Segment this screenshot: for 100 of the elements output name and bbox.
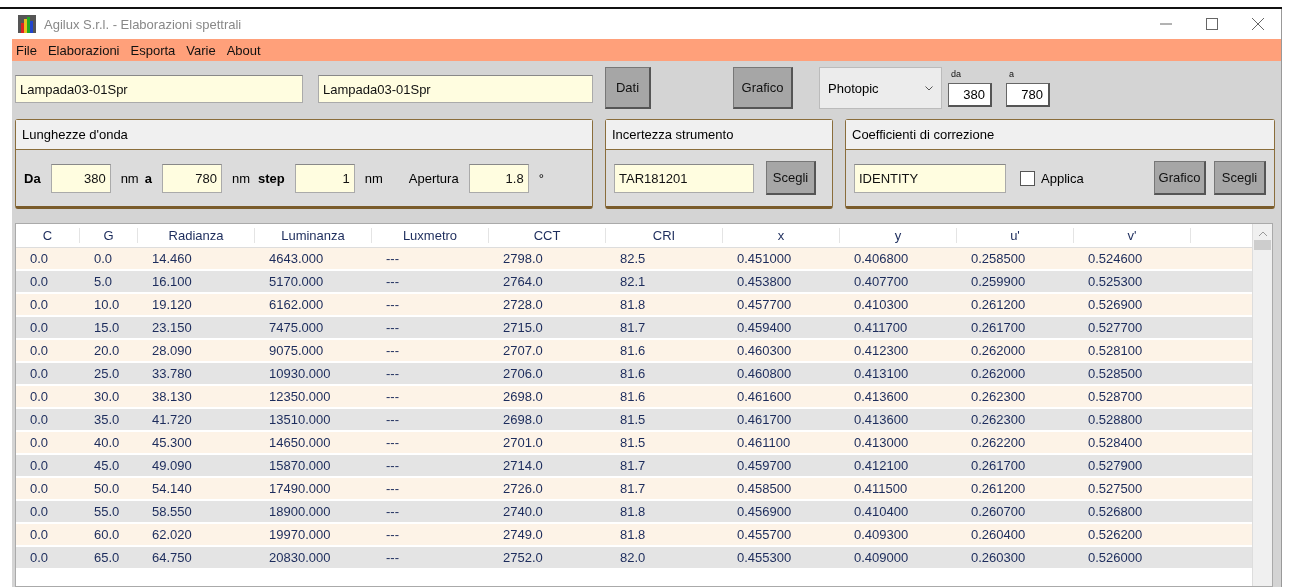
table-cell-text: 16.100 xyxy=(151,274,193,289)
menu-item[interactable]: Esporta xyxy=(130,42,176,58)
range-label: a xyxy=(1008,69,1015,80)
number-field[interactable]: 780 xyxy=(161,163,222,193)
table-cell-text: 82.5 xyxy=(619,251,647,266)
number-field[interactable]: 380 xyxy=(50,163,111,193)
app-logo-icon xyxy=(18,15,36,33)
range-field[interactable]: 380 xyxy=(948,83,992,107)
table-cell-text: 0.453800 xyxy=(736,274,793,289)
scroll-thumb[interactable] xyxy=(1254,240,1271,250)
table-row[interactable]: 0.0 25.0 33.780 10930.000 --- 2706.0 81.6 0.460800 0.413100 0.262000 0.528500 xyxy=(16,363,1252,386)
number-field[interactable]: 1 xyxy=(294,163,355,193)
table-cell-text: 0.0 xyxy=(29,527,50,542)
table-cell-text: 0.457700 xyxy=(736,297,793,312)
table-cell-text: 65.0 xyxy=(93,550,121,565)
checkbox[interactable] xyxy=(1020,170,1035,186)
table-cell-text: 9075.000 xyxy=(268,343,325,358)
table-row[interactable]: 0.0 0.0 14.460 4643.000 --- 2798.0 82.5 0.451000 0.406800 0.258500 0.524600 xyxy=(16,248,1252,271)
table-cell-text: 0.262300 xyxy=(970,412,1027,427)
file-field[interactable]: Lampada03-01Spr xyxy=(15,75,303,103)
table-row[interactable]: 0.0 5.0 16.100 5170.000 --- 2764.0 82.1 0.453800 0.407700 0.259900 0.525300 xyxy=(16,271,1252,294)
table-row[interactable]: 0.0 35.0 41.720 13510.000 --- 2698.0 81.5 0.461700 0.413600 0.262300 0.528800 xyxy=(16,409,1252,432)
table-cell-text: 20830.000 xyxy=(268,550,332,565)
column-header[interactable]: Luminanza xyxy=(255,228,372,243)
file-field[interactable]: Lampada03-01Spr xyxy=(318,75,593,103)
scroll-up-icon[interactable] xyxy=(1257,230,1268,238)
table-cell-text: 0.413100 xyxy=(853,366,910,381)
table-cell-text: 0.525300 xyxy=(1087,274,1144,289)
table-row[interactable]: 0.0 45.0 49.090 15870.000 --- 2714.0 81.7 0.459700 0.412100 0.261700 0.527900 xyxy=(16,455,1252,478)
table-cell-text: 20.0 xyxy=(93,343,121,358)
table-cell-text: --- xyxy=(385,343,400,358)
table-cell-text: 0.262000 xyxy=(970,343,1027,358)
table-row[interactable]: 0.0 30.0 38.130 12350.000 --- 2698.0 81.6 0.461600 0.413600 0.262300 0.528700 xyxy=(16,386,1252,409)
curve-dropdown[interactable]: Photopic xyxy=(819,67,942,109)
choose-button[interactable]: Scegli xyxy=(766,161,816,195)
file-field[interactable]: IDENTITY xyxy=(854,163,1006,193)
chart-button[interactable]: Grafico xyxy=(1154,161,1206,195)
table-cell-text: 19970.000 xyxy=(268,527,332,542)
table-cell-text: 0.413600 xyxy=(853,389,910,404)
table-cell-text: 0.528400 xyxy=(1087,435,1144,450)
table-cell-text: --- xyxy=(385,435,400,450)
table-cell-text: --- xyxy=(385,274,400,289)
table-cell-text: 7475.000 xyxy=(268,320,325,335)
chevron-down-icon xyxy=(925,85,933,91)
table-cell-text: 6162.000 xyxy=(268,297,325,312)
table-cell-text: 0.455300 xyxy=(736,550,793,565)
table-cell-text: --- xyxy=(385,251,400,266)
table-cell-text: 60.0 xyxy=(93,527,121,542)
field-label: Apertura xyxy=(408,170,459,186)
column-header[interactable]: Radianza xyxy=(138,228,255,243)
table-cell-text: 0.526200 xyxy=(1087,527,1144,542)
number-field[interactable]: 1.8 xyxy=(468,163,529,193)
table-row[interactable]: 0.0 10.0 19.120 6162.000 --- 2728.0 81.8 0.457700 0.410300 0.261200 0.526900 xyxy=(16,294,1252,317)
table-cell-text: 82.1 xyxy=(619,274,647,289)
file-field[interactable]: TAR181201 xyxy=(614,163,754,193)
menu-item[interactable]: About xyxy=(226,42,261,58)
table-row[interactable]: 0.0 55.0 58.550 18900.000 --- 2740.0 81.8 0.456900 0.410400 0.260700 0.526800 xyxy=(16,501,1252,524)
choose-button[interactable]: Scegli xyxy=(1214,161,1266,195)
table-row[interactable]: 0.0 40.0 45.300 14650.000 --- 2701.0 81.5 0.461100 0.413000 0.262200 0.528400 xyxy=(16,432,1252,455)
column-header[interactable]: Luxmetro xyxy=(372,228,489,243)
scrollbar[interactable] xyxy=(1252,224,1272,586)
table-row[interactable]: 0.0 60.0 62.020 19970.000 --- 2749.0 81.8 0.455700 0.409300 0.260400 0.526200 xyxy=(16,524,1252,547)
column-header[interactable]: u' xyxy=(957,228,1074,243)
menu-item[interactable]: Varie xyxy=(186,42,216,58)
menu-item[interactable]: Elaborazioni xyxy=(47,42,120,58)
table-cell-text: 0.259900 xyxy=(970,274,1027,289)
table-cell-text: 2752.0 xyxy=(502,550,544,565)
field-label: nm xyxy=(120,170,139,186)
checkbox-label: Applica xyxy=(1041,170,1084,186)
table-cell-text: 81.8 xyxy=(619,527,647,542)
table-cell-text: 0.412100 xyxy=(853,458,910,473)
table-cell-text: 0.0 xyxy=(29,343,50,358)
column-header[interactable]: v' xyxy=(1074,228,1191,243)
dati-button[interactable]: Dati xyxy=(605,67,651,109)
table-cell-text: 0.411700 xyxy=(853,320,909,335)
column-header[interactable]: CRI xyxy=(606,228,723,243)
field-label: Da xyxy=(24,170,41,186)
table-row[interactable]: 0.0 50.0 54.140 17490.000 --- 2726.0 81.7 0.458500 0.411500 0.261200 0.527500 xyxy=(16,478,1252,501)
table-cell-text: 0.261700 xyxy=(970,320,1027,335)
table-row[interactable]: 0.0 65.0 64.750 20830.000 --- 2752.0 82.0 0.455300 0.409000 0.260300 0.526000 xyxy=(16,547,1252,570)
table-cell-text: --- xyxy=(385,320,400,335)
table-cell-text: 2798.0 xyxy=(502,251,544,266)
column-header[interactable]: y xyxy=(840,228,957,243)
table-cell-text: 0.0 xyxy=(29,274,50,289)
field-label: nm xyxy=(364,170,383,186)
column-header[interactable]: CCT xyxy=(489,228,606,243)
column-header[interactable]: x xyxy=(723,228,840,243)
table-cell-text: 0.260400 xyxy=(970,527,1027,542)
chart-button[interactable]: Grafico xyxy=(733,67,793,109)
table-row[interactable]: 0.0 15.0 23.150 7475.000 --- 2715.0 81.7 0.459400 0.411700 0.261700 0.527700 xyxy=(16,317,1252,340)
column-header[interactable]: G xyxy=(80,228,138,243)
column-header[interactable]: C xyxy=(16,228,80,243)
table-cell-text: 0.409000 xyxy=(853,550,910,565)
menu-item[interactable]: File xyxy=(16,42,37,58)
range-field[interactable]: 780 xyxy=(1006,83,1050,107)
table-row[interactable]: 0.0 20.0 28.090 9075.000 --- 2707.0 81.6 0.460300 0.412300 0.262000 0.528100 xyxy=(16,340,1252,363)
group-title: Incertezza strumento xyxy=(606,120,832,150)
table-cell-text: 81.6 xyxy=(619,366,647,381)
table-cell-text: 81.5 xyxy=(619,435,647,450)
table-cell-text: --- xyxy=(385,458,400,473)
